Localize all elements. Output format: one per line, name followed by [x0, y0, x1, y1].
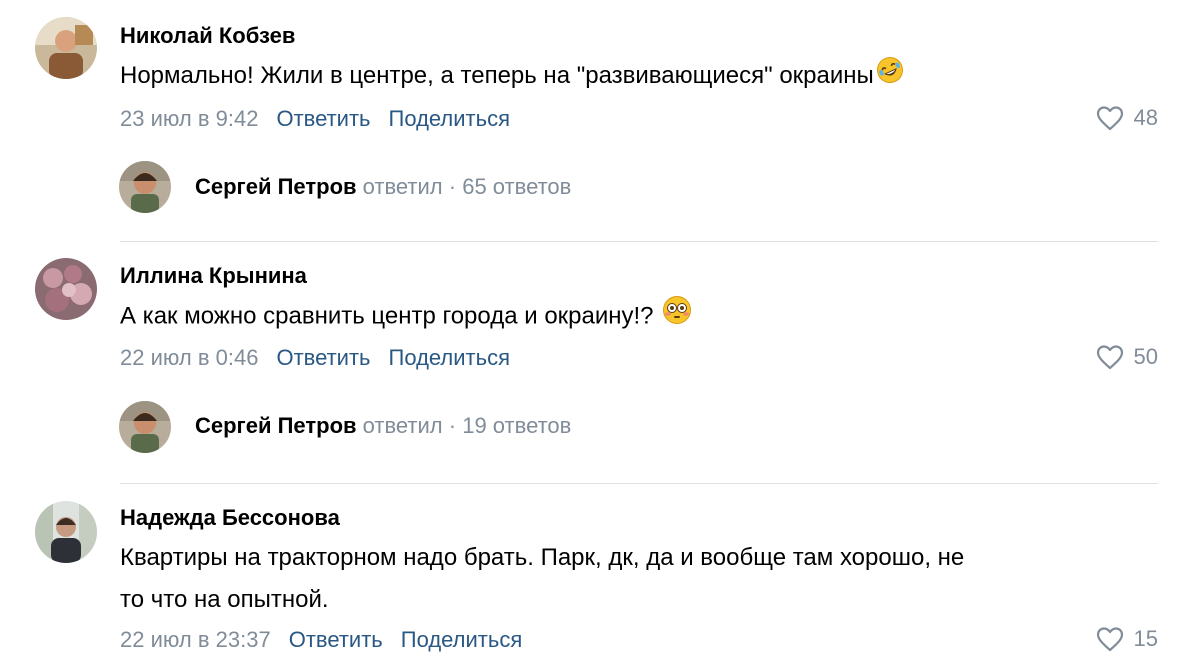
like-count: 50 — [1133, 344, 1158, 369]
heart-outline-icon — [1096, 105, 1124, 131]
comment-meta: 23 июл в 9:42 Ответить Поделиться — [120, 106, 510, 132]
avatar[interactable] — [119, 401, 171, 453]
comment-text-line: то что на опытной. — [120, 586, 329, 613]
comment: Надежда Бессонова Квартиры на тракторном… — [0, 483, 1200, 667]
reply-author[interactable]: Сергей Петров — [195, 413, 357, 438]
replies-summary[interactable]: Сергей Петров ответил · 65 ответов — [195, 174, 571, 200]
comment-meta: 22 июл в 23:37 Ответить Поделиться — [120, 627, 522, 653]
comment-text-content: А как можно сравнить центр города и окра… — [120, 302, 654, 330]
separator-dot: · — [448, 413, 457, 438]
reply-verb: ответил — [362, 174, 443, 199]
comment-text: Квартиры на тракторном надо брать. Парк,… — [120, 537, 1150, 621]
replies-summary[interactable]: Сергей Петров ответил · 19 ответов — [195, 413, 571, 439]
separator-dot: · — [448, 174, 457, 199]
comment-text-content: Нормально! Жили в центре, а теперь на "р… — [120, 62, 874, 89]
comment-text-line: Квартиры на тракторном надо брать. Парк,… — [120, 544, 965, 571]
share-button[interactable]: Поделиться — [389, 106, 510, 132]
reply-button[interactable]: Ответить — [276, 106, 370, 132]
avatar[interactable] — [35, 17, 97, 79]
comment-date[interactable]: 22 июл в 23:37 — [120, 627, 271, 653]
avatar[interactable] — [35, 501, 97, 563]
like-button[interactable]: 15 — [1096, 626, 1158, 652]
comment-author[interactable]: Николай Кобзев — [120, 23, 295, 49]
reply-button[interactable]: Ответить — [289, 627, 383, 653]
like-count: 48 — [1133, 105, 1158, 130]
reply-count[interactable]: 65 ответов — [462, 174, 571, 199]
reply-button[interactable]: Ответить — [276, 345, 370, 371]
flushed-face-emoji-icon — [662, 295, 692, 339]
reply-author[interactable]: Сергей Петров — [195, 174, 357, 199]
comment-text: А как можно сравнить центр города и окра… — [120, 295, 1150, 339]
comment-date[interactable]: 23 июл в 9:42 — [120, 106, 258, 132]
rolling-on-floor-laughing-emoji-icon — [876, 56, 904, 98]
avatar[interactable] — [119, 161, 171, 213]
comment-meta: 22 июл в 0:46 Ответить Поделиться — [120, 345, 510, 371]
heart-outline-icon — [1096, 344, 1124, 370]
comment-date[interactable]: 22 июл в 0:46 — [120, 345, 258, 371]
heart-outline-icon — [1096, 626, 1124, 652]
like-count: 15 — [1133, 626, 1158, 651]
comment-author[interactable]: Надежда Бессонова — [120, 505, 340, 531]
comment-author[interactable]: Иллина Крынина — [120, 263, 307, 289]
reply-count[interactable]: 19 ответов — [462, 413, 571, 438]
like-button[interactable]: 50 — [1096, 344, 1158, 370]
share-button[interactable]: Поделиться — [389, 345, 510, 371]
share-button[interactable]: Поделиться — [401, 627, 522, 653]
avatar[interactable] — [35, 258, 97, 320]
comment: Иллина Крынина А как можно сравнить цент… — [0, 241, 1200, 481]
comment: Николай Кобзев Нормально! Жили в центре,… — [0, 0, 1200, 240]
reply-verb: ответил — [362, 413, 443, 438]
comment-text: Нормально! Жили в центре, а теперь на "р… — [120, 55, 1150, 98]
like-button[interactable]: 48 — [1096, 105, 1158, 131]
